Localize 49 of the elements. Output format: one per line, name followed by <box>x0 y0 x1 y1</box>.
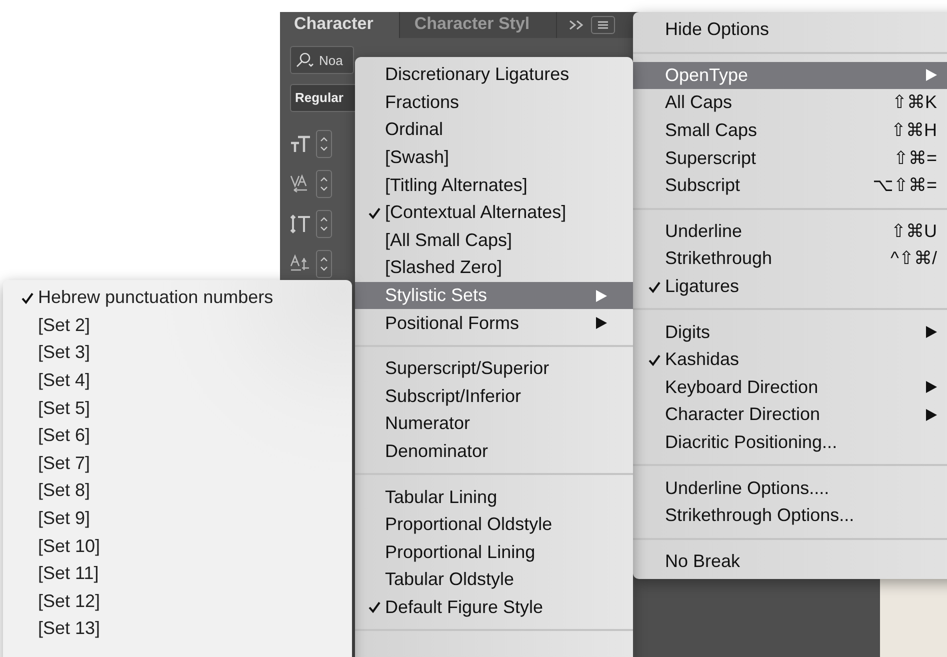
menu-item[interactable]: Positional Forms <box>355 309 633 337</box>
menu-item[interactable]: Proportional Lining <box>355 538 633 566</box>
menu-item[interactable]: [Set 7] <box>3 450 352 478</box>
menu-item[interactable]: Subscript ⌥⇧⌘= <box>633 172 947 200</box>
menu-item[interactable]: Numerator <box>355 410 633 438</box>
menu-item[interactable]: [Slashed Zero] <box>355 254 633 282</box>
menu-item[interactable]: [Set 2] <box>3 312 352 340</box>
menu-item[interactable]: Tabular Oldstyle <box>355 566 633 594</box>
panel-tab[interactable]: Character <box>280 12 400 38</box>
menu-item[interactable]: Proportional Oldstyle <box>355 510 633 538</box>
menu-item[interactable]: [Contextual Alternates] <box>355 198 633 227</box>
menu-item[interactable]: Subscript/Inferior <box>355 382 633 410</box>
menu-item[interactable]: [Swash] <box>355 144 633 172</box>
menu-item[interactable]: Digits <box>633 318 947 346</box>
menu-item[interactable]: Ligatures <box>633 272 947 300</box>
menu-item[interactable]: Character Direction <box>633 401 947 429</box>
menu-item[interactable]: [Set 3] <box>3 339 352 367</box>
menu-item[interactable]: Superscript ⇧⌘= <box>633 144 947 172</box>
menu-item[interactable]: [All Small Caps] <box>355 226 633 254</box>
menu-item[interactable]: Hebrew punctuation numbers <box>3 284 352 312</box>
menu-item[interactable]: Kashidas <box>633 346 947 374</box>
menu-item[interactable]: [Set 10] <box>3 532 352 560</box>
menu-item[interactable]: Superscript/Superior <box>355 354 633 383</box>
menu-item[interactable]: [Set 4] <box>3 366 352 394</box>
menu-item[interactable]: [Set 8] <box>3 477 352 505</box>
menu-item[interactable]: [Set 13] <box>3 615 352 643</box>
menu-item[interactable]: [Set 12] <box>3 588 352 616</box>
menu-item[interactable]: Strikethrough Options... <box>633 502 947 530</box>
menu-item[interactable]: [Titling Alternates] <box>355 171 633 199</box>
menu-item[interactable]: Tabular Lining <box>355 483 633 511</box>
menu-item[interactable]: Hide Options <box>633 16 947 44</box>
menu-item[interactable]: OpenType <box>633 62 947 90</box>
font-field[interactable]: Noa <box>290 46 354 74</box>
menu-item[interactable]: All Caps ⇧⌘K <box>633 89 947 117</box>
menu-item[interactable]: No Break <box>633 548 947 576</box>
menu-item[interactable]: Diacritic Positioning... <box>633 428 947 456</box>
menu-item[interactable]: Stylistic Sets <box>355 282 633 310</box>
menu-item[interactable]: Underline Options.... <box>633 474 947 502</box>
menu-item[interactable]: Underline ⇧⌘U <box>633 218 947 246</box>
menu-item[interactable]: Keyboard Direction <box>633 374 947 402</box>
menu-item[interactable]: [Set 11] <box>3 560 352 588</box>
menu-item[interactable]: Strikethrough ^⇧⌘/ <box>633 245 947 273</box>
menu-item[interactable]: Small Caps ⇧⌘H <box>633 116 947 144</box>
menu-item[interactable]: Denominator <box>355 438 633 466</box>
menu-item[interactable]: [Set 6] <box>3 422 352 450</box>
menu-item[interactable]: Default Figure Style <box>355 594 633 622</box>
menu-item[interactable]: [Set 9] <box>3 504 352 532</box>
menu-item[interactable]: [Set 5] <box>3 394 352 422</box>
menu-item[interactable]: Ordinal <box>355 116 633 144</box>
